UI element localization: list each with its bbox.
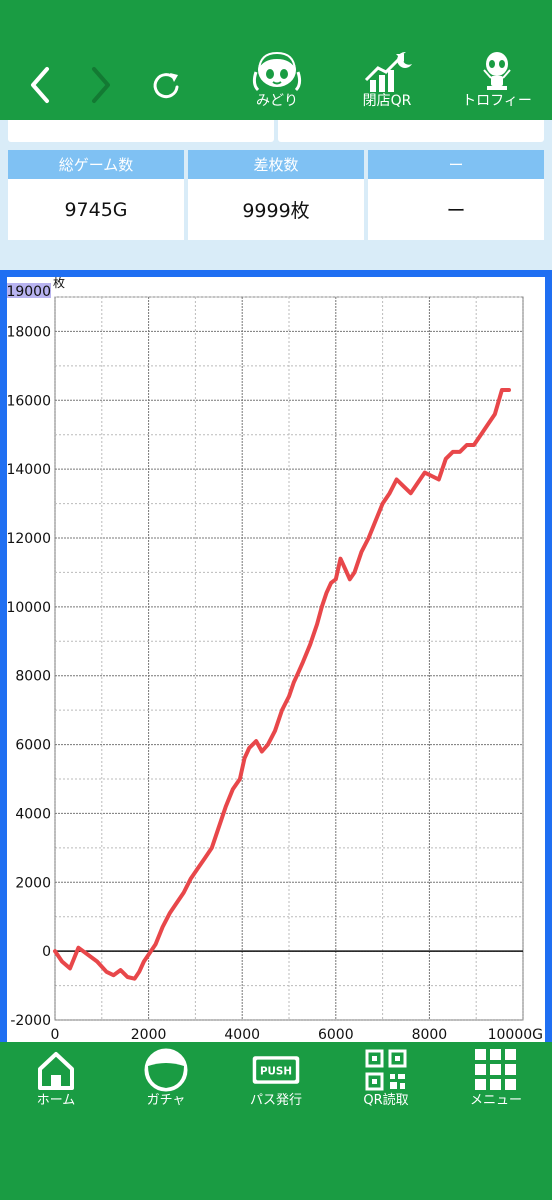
x-tick-label: 6000 <box>318 1027 354 1043</box>
previous-card-edge <box>278 120 544 142</box>
push-text: PUSH <box>260 1065 292 1077</box>
y-tick-label: 10000 <box>7 600 51 616</box>
top-nav-trophy-label: トロフィー <box>462 93 532 109</box>
graph-panel: -2000 0 2000 4000 6000 8000 10000 12000 14000 160… <box>0 270 552 1043</box>
stats-section: 総ゲーム数 9745G 差枚数 9999枚 ー ー <box>0 120 552 270</box>
y-tick-label: 18000 <box>7 324 51 340</box>
top-nav-closing-qr[interactable]: 閉店QR <box>342 50 432 118</box>
forward-button[interactable] <box>76 60 126 110</box>
y-tick-label: 16000 <box>7 393 51 409</box>
reload-button[interactable] <box>141 60 191 110</box>
x-tick-label: 8000 <box>412 1027 448 1043</box>
bottom-nav-gacha-label: ガチャ <box>146 1093 186 1108</box>
stat-header: 差枚数 <box>188 150 364 179</box>
reload-icon <box>153 73 179 99</box>
stat-card-empty: ー ー <box>368 150 544 240</box>
bottom-nav-home-label: ホーム <box>36 1093 76 1108</box>
bottom-nav-gacha[interactable]: ガチャ <box>118 1048 214 1114</box>
x-tick-label: 4000 <box>224 1027 260 1043</box>
stat-value: 9999枚 <box>242 200 310 222</box>
push-pass-icon: PUSH <box>252 1056 300 1084</box>
bottom-nav-pass-issue-label: パス発行 <box>249 1093 302 1108</box>
menu-grid-icon <box>475 1049 516 1090</box>
growth-chart-moon-icon <box>364 51 412 92</box>
x-tick-label: 0 <box>51 1027 60 1043</box>
character-face-icon <box>252 51 302 92</box>
top-nav-trophy[interactable]: トロフィー <box>452 50 542 118</box>
y-tick-label: 4000 <box>15 806 51 822</box>
x-end-label: 10000G <box>488 1027 543 1043</box>
top-nav-midori[interactable]: みどり <box>232 50 322 118</box>
x-tick-label: 2000 <box>131 1027 167 1043</box>
bottom-nav-menu[interactable]: メニュー <box>448 1048 544 1114</box>
unit-label: 枚 <box>53 277 65 290</box>
y-tick-label: 12000 <box>7 531 51 547</box>
y-tick-label: 8000 <box>15 669 51 685</box>
bottom-navigation-bar: ホーム ガチャ PUSH パス発行 QR読取 メニュー <box>0 1042 552 1200</box>
home-icon <box>38 1052 74 1090</box>
stat-value: ー <box>446 200 466 222</box>
stat-value: 9745G <box>64 198 128 221</box>
bottom-nav-menu-label: メニュー <box>469 1093 522 1108</box>
stat-card-difference: 差枚数 9999枚 <box>188 150 364 240</box>
bottom-nav-pass-issue[interactable]: PUSH パス発行 <box>228 1048 324 1114</box>
stat-header: 総ゲーム数 <box>8 150 184 179</box>
top-nav-midori-label: みどり <box>256 93 298 109</box>
top-label: 19000 <box>7 284 51 300</box>
y-tick-label: 14000 <box>7 462 51 478</box>
y-tick-label: 6000 <box>15 738 51 754</box>
stat-card-total-games: 総ゲーム数 9745G <box>8 150 184 240</box>
y-tick-label: 0 <box>42 944 51 960</box>
gacha-ball-icon <box>144 1048 188 1092</box>
stat-header: ー <box>368 150 544 179</box>
back-button[interactable] <box>15 60 65 110</box>
y-tick-label: -2000 <box>10 1013 51 1029</box>
chevron-right-icon <box>92 67 110 103</box>
chevron-left-icon <box>31 67 49 103</box>
previous-card-edge <box>8 120 274 142</box>
bottom-nav-qr-read[interactable]: QR読取 <box>338 1048 434 1114</box>
bottom-nav-home[interactable]: ホーム <box>8 1048 104 1114</box>
slump-graph: -200002000400060008000100001200014000160… <box>7 277 543 1043</box>
qr-code-icon <box>365 1049 407 1091</box>
bottom-nav-qr-read-label: QR読取 <box>363 1093 409 1108</box>
y-tick-label: 2000 <box>15 875 51 891</box>
alien-trophy-icon <box>483 52 511 90</box>
app-screen: みどり 閉店QR トロフィー 総ゲーム数 9745G 差枚数 9999枚 ー ー… <box>0 0 552 1200</box>
top-nav-closing-qr-label: 閉店QR <box>362 93 412 109</box>
top-navigation-bar: みどり 閉店QR トロフィー <box>0 0 552 120</box>
